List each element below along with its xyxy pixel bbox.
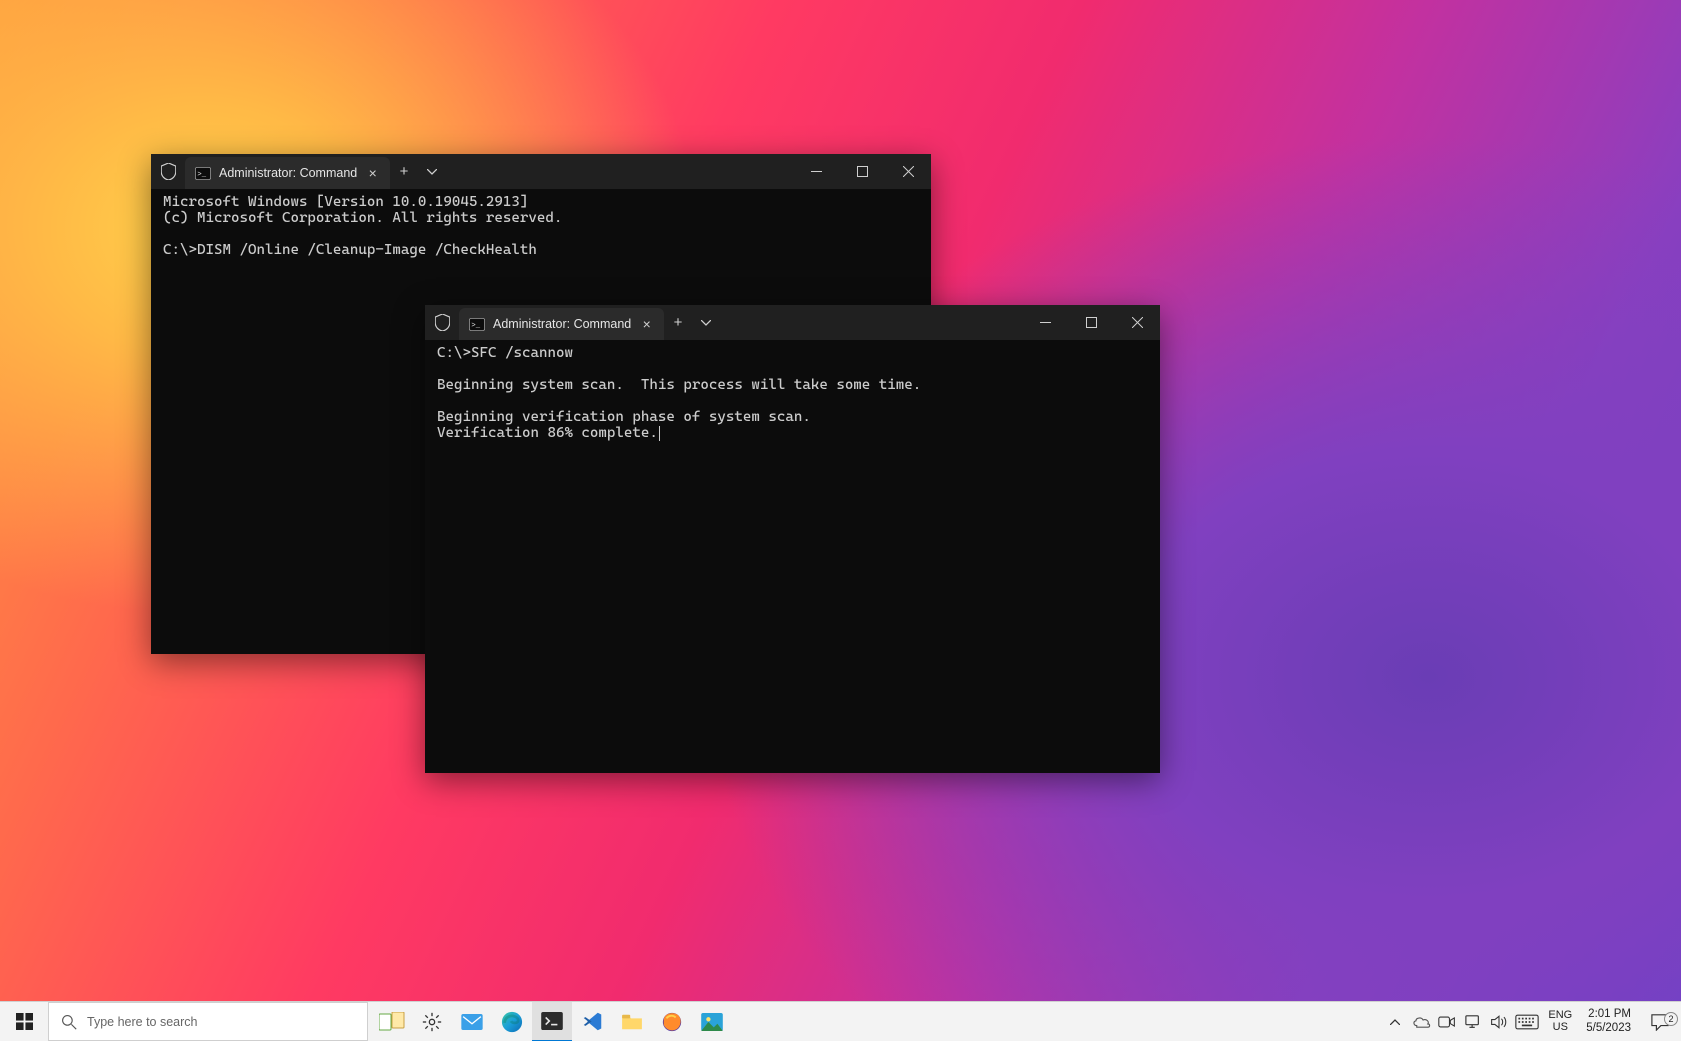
close-button[interactable]: [885, 154, 931, 189]
desktop: >_ Administrator: Command Prom × +: [0, 0, 1681, 1041]
titlebar[interactable]: >_ Administrator: Command Prom × +: [151, 154, 931, 189]
search-placeholder: Type here to search: [87, 1015, 355, 1029]
clock[interactable]: 2:01 PM 5/5/2023: [1578, 1008, 1639, 1034]
taskbar-app-explorer[interactable]: [612, 1002, 652, 1041]
new-tab-button[interactable]: +: [390, 163, 418, 180]
start-button[interactable]: [0, 1002, 48, 1041]
meet-now-icon[interactable]: [1434, 1002, 1460, 1041]
taskbar: Type here to search: [0, 1001, 1681, 1041]
taskbar-app-edge[interactable]: [492, 1002, 532, 1041]
language-bottom: US: [1553, 1022, 1568, 1034]
tab[interactable]: >_ Administrator: Command Prom ×: [459, 308, 664, 340]
volume-icon[interactable]: [1486, 1002, 1512, 1041]
new-tab-button[interactable]: +: [664, 314, 692, 331]
taskbar-app-news[interactable]: [372, 1002, 412, 1041]
search-box[interactable]: Type here to search: [48, 1002, 368, 1041]
taskbar-app-settings[interactable]: [412, 1002, 452, 1041]
taskbar-apps: [368, 1002, 732, 1041]
output-line: C:\>DISM /Online /Cleanup-Image /CheckHe…: [163, 242, 537, 258]
search-icon: [61, 1014, 77, 1030]
output-line: (c) Microsoft Corporation. All rights re…: [163, 210, 562, 226]
tab[interactable]: >_ Administrator: Command Prom ×: [185, 157, 390, 189]
tray-overflow-button[interactable]: [1382, 1002, 1408, 1041]
action-center-button[interactable]: 2: [1639, 1013, 1681, 1031]
shield-icon: [151, 163, 185, 180]
keyboard-icon[interactable]: [1512, 1002, 1542, 1041]
cmd-icon: >_: [195, 167, 211, 180]
taskbar-app-mail[interactable]: [452, 1002, 492, 1041]
output-line: Verification 86% complete.: [437, 425, 658, 441]
taskbar-app-terminal[interactable]: [532, 1002, 572, 1041]
terminal-window-front: >_ Administrator: Command Prom × +: [425, 305, 1160, 773]
output-line: Beginning verification phase of system s…: [437, 409, 811, 425]
clock-date: 5/5/2023: [1586, 1022, 1631, 1035]
network-icon[interactable]: [1460, 1002, 1486, 1041]
taskbar-app-photos[interactable]: [692, 1002, 732, 1041]
output-line: C:\>SFC /scannow: [437, 345, 573, 361]
language-indicator[interactable]: ENG US: [1542, 1010, 1578, 1033]
tab-dropdown-button[interactable]: [418, 169, 446, 175]
notification-count-badge: 2: [1664, 1012, 1678, 1026]
close-button[interactable]: [1114, 305, 1160, 340]
titlebar[interactable]: >_ Administrator: Command Prom × +: [425, 305, 1160, 340]
taskbar-app-vscode[interactable]: [572, 1002, 612, 1041]
cmd-icon: >_: [469, 318, 485, 331]
onedrive-icon[interactable]: [1408, 1002, 1434, 1041]
text-cursor: [659, 426, 660, 441]
minimize-button[interactable]: [793, 154, 839, 189]
minimize-button[interactable]: [1022, 305, 1068, 340]
language-top: ENG: [1548, 1010, 1572, 1022]
tab-close-button[interactable]: ×: [639, 316, 654, 332]
tab-title: Administrator: Command Prom: [219, 166, 357, 180]
maximize-button[interactable]: [1068, 305, 1114, 340]
svg-text:>_: >_: [197, 170, 206, 178]
shield-icon: [425, 314, 459, 331]
tab-close-button[interactable]: ×: [365, 165, 380, 181]
output-line: Beginning system scan. This process will…: [437, 377, 921, 393]
terminal-output[interactable]: C:\>SFC /scannow Beginning system scan. …: [425, 340, 1160, 773]
maximize-button[interactable]: [839, 154, 885, 189]
output-line: Microsoft Windows [Version 10.0.19045.29…: [163, 194, 528, 210]
tab-title: Administrator: Command Prom: [493, 317, 631, 331]
taskbar-app-firefox[interactable]: [652, 1002, 692, 1041]
clock-time: 2:01 PM: [1588, 1008, 1631, 1021]
system-tray: ENG US 2:01 PM 5/5/2023 2: [1382, 1002, 1681, 1041]
tab-dropdown-button[interactable]: [692, 320, 720, 326]
svg-text:>_: >_: [471, 321, 480, 329]
